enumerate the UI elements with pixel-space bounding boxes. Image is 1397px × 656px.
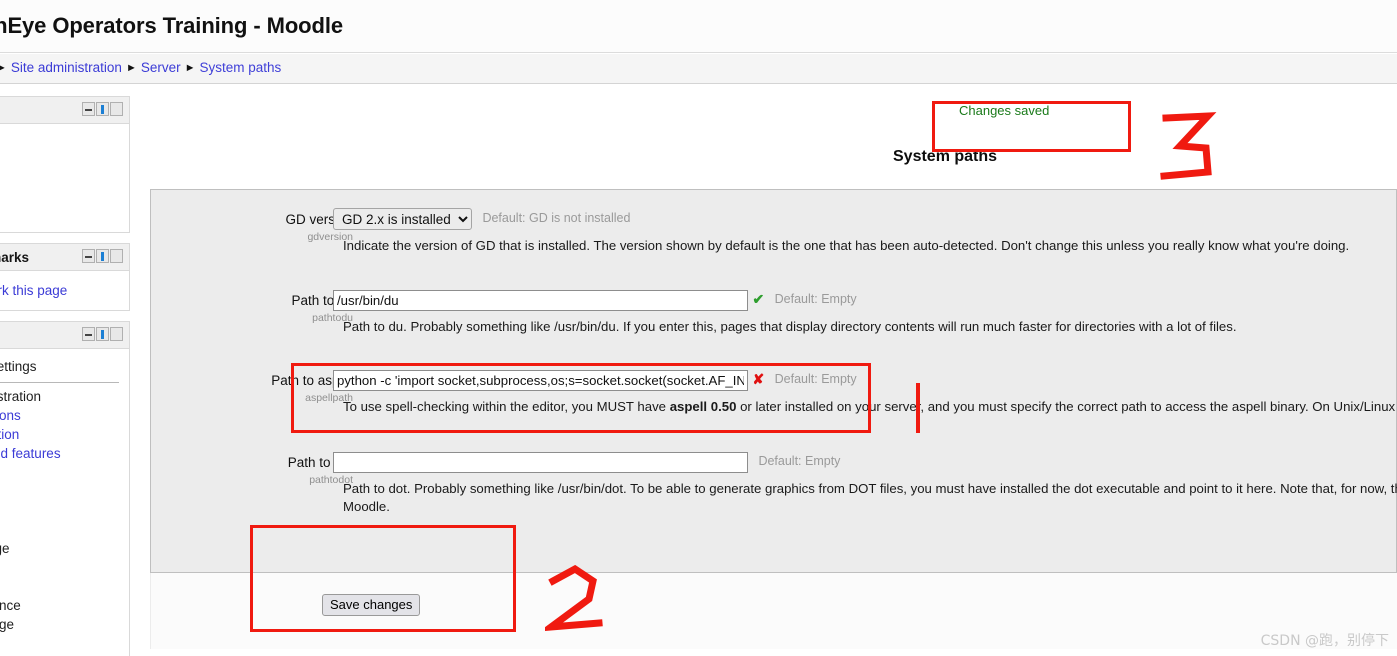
breadcrumb-item-system-paths[interactable]: System paths (200, 60, 282, 75)
sidebar-item-plugins[interactable]: ugins (0, 558, 129, 577)
system-paths-form: GD version gdversion GD 2.x is installed… (150, 189, 1397, 573)
sidebar-item-grades[interactable]: rades (0, 501, 129, 520)
breadcrumb: ► Site administration ► Server ► System paths (0, 60, 281, 75)
field-description-gdversion: Indicate the version of GD that is insta… (343, 238, 1350, 253)
sidebar-item-my-profile[interactable]: rofile (0, 178, 129, 201)
block-body-settings: rofile settings administration otificati… (0, 349, 129, 656)
block-title-bookmarks: bookmarks (0, 250, 30, 265)
field-control-gdversion: GD 2.x is installed Default: GD is not i… (333, 208, 630, 230)
sidebar-block-settings: gs rofile settings administration otific… (0, 321, 130, 656)
dock-icon[interactable] (96, 102, 109, 116)
sidebar-block-navigation: tion ome pages rofile ses (0, 96, 130, 233)
gdversion-select[interactable]: GD 2.x is installed (333, 208, 472, 230)
field-description-aspellpath: To use spell-checking within the editor,… (343, 399, 1397, 414)
watermark-csdn: CSDN @跑，别停下 (1260, 633, 1389, 649)
field-shortname-pathtodu: pathtodu (312, 312, 353, 324)
field-description-pathtodu: Path to du. Probably something like /usr… (343, 319, 1237, 334)
dock-right-icon[interactable] (110, 249, 123, 263)
section-heading-system-paths: System paths (893, 148, 998, 165)
aspell-desc-bold: aspell 0.50 (669, 399, 737, 414)
collapse-icon[interactable] (82, 102, 95, 116)
sidebar-item-server[interactable]: erver (0, 634, 129, 653)
field-default-pathtodot: Default: Empty (758, 454, 841, 468)
field-control-pathtodu: ✔ Default: Empty (333, 290, 857, 311)
field-description-pathtodot-line2: Moodle. (343, 499, 390, 514)
sidebar-item-my-profile-settings[interactable]: rofile settings (0, 357, 129, 376)
field-label-pathtodot: Path to dot (287, 455, 353, 470)
browser-title-bar: enEye Operators Training - Moodle (0, 0, 1397, 53)
invalid-cross-icon: ✘ (752, 371, 765, 387)
dock-icon[interactable] (96, 327, 109, 341)
aspell-desc-pre: To use spell-checking within the editor,… (343, 399, 670, 414)
breadcrumb-separator-icon: ► (125, 62, 137, 74)
valid-check-icon: ✔ (752, 291, 765, 307)
sidebar-item-advanced-features[interactable]: dvanced features (0, 444, 129, 463)
block-header-settings: gs (0, 322, 129, 349)
sidebar-item-location[interactable]: ocation (0, 520, 129, 539)
block-body-bookmarks: ookmark this page (0, 271, 129, 310)
save-changes-button[interactable]: Save changes (322, 594, 421, 616)
sidebar-item-courses[interactable]: ses (0, 201, 129, 224)
field-default-gdversion: Default: GD is not installed (482, 211, 631, 225)
breadcrumb-separator-icon: ► (0, 62, 7, 74)
sidebar-block-bookmarks: bookmarks ookmark this page (0, 243, 130, 311)
sidebar-item-courses[interactable]: ourses (0, 482, 129, 501)
sidebar: tion ome pages rofile ses bookmarks (0, 96, 130, 656)
field-default-pathtodu: Default: Empty (774, 292, 857, 306)
field-control-pathtodot: Default: Empty (333, 452, 840, 473)
breadcrumb-item-server[interactable]: Server (141, 60, 181, 75)
field-label-gdversion: GD version (285, 212, 353, 227)
field-default-aspellpath: Default: Empty (774, 372, 857, 386)
breadcrumb-separator-icon: ► (184, 62, 196, 74)
block-controls (82, 327, 123, 341)
dock-right-icon[interactable] (110, 327, 123, 341)
sidebar-item-home[interactable]: ome (0, 132, 129, 155)
sidebar-item-front-page[interactable]: ront page (0, 615, 129, 634)
notification-changes-saved: Changes saved (959, 103, 1050, 118)
field-label-aspellpath: Path to aspell (271, 373, 353, 388)
block-controls (82, 102, 123, 116)
form-actions-panel: Save changes (150, 573, 1397, 649)
pathtodot-input[interactable] (333, 452, 748, 473)
sidebar-item-users[interactable]: sers (0, 463, 129, 482)
dock-icon[interactable] (96, 249, 109, 263)
annotation-mark-2 (545, 565, 603, 632)
sidebar-item-security[interactable]: ecurity (0, 577, 129, 596)
sidebar-item-appearance[interactable]: ppearance (0, 596, 129, 615)
annotation-mark-3 (1160, 112, 1217, 180)
sidebar-item-language[interactable]: anguage (0, 539, 129, 558)
block-body-navigation: ome pages rofile ses (0, 124, 129, 232)
field-control-aspellpath: ✘ Default: Empty (333, 370, 857, 391)
collapse-icon[interactable] (82, 249, 95, 263)
pathtodu-input[interactable] (333, 290, 748, 311)
dock-right-icon[interactable] (110, 102, 123, 116)
sidebar-item-site-pages[interactable]: pages (0, 155, 129, 178)
sidebar-item-registration[interactable]: egistration (0, 425, 129, 444)
collapse-icon[interactable] (82, 327, 95, 341)
field-label-pathtodu: Path to du (291, 293, 353, 308)
field-shortname-pathtodot: pathtodot (309, 474, 353, 486)
page-root: enEye Operators Training - Moodle ► Site … (0, 0, 1397, 656)
field-description-pathtodot: Path to dot. Probably something like /us… (343, 481, 1397, 496)
sidebar-item-site-administration[interactable]: administration (0, 387, 129, 406)
breadcrumb-bar: ► Site administration ► Server ► System paths (0, 54, 1397, 84)
block-header-navigation: tion (0, 97, 129, 124)
sidebar-item-notifications[interactable]: otifications (0, 406, 129, 425)
block-header-bookmarks: bookmarks (0, 244, 129, 271)
breadcrumb-item-site-administration[interactable]: Site administration (11, 60, 122, 75)
aspell-desc-post: or later installed on your server, and y… (736, 399, 1397, 414)
field-shortname-aspellpath: aspellpath (305, 392, 353, 404)
aspellpath-input[interactable] (333, 370, 748, 391)
block-controls (82, 249, 123, 263)
field-shortname-gdversion: gdversion (307, 231, 353, 243)
page-title: enEye Operators Training - Moodle (0, 13, 343, 38)
sidebar-divider (0, 382, 119, 383)
sidebar-item-bookmark-this-page[interactable]: ookmark this page (0, 279, 129, 302)
